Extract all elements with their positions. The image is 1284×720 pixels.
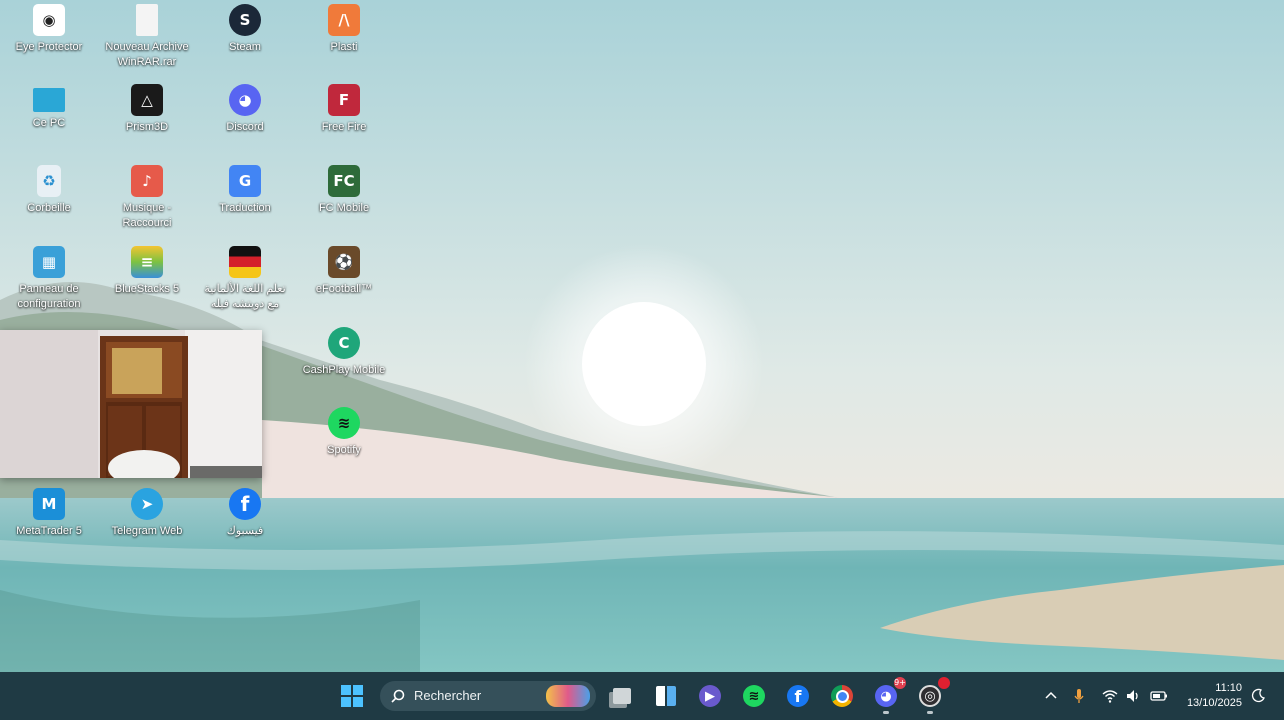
german-flag-icon	[229, 246, 261, 278]
taskbar-app-task-view[interactable]	[606, 680, 638, 712]
desktop-icon-recycle-bin[interactable]: ♻ Corbeille	[6, 165, 92, 216]
desktop-icon-eye-protector[interactable]: ◉ Eye Protector	[6, 4, 92, 55]
fc-mobile-icon: FC	[328, 165, 360, 197]
taskbar-search-box[interactable]: Rechercher	[380, 681, 596, 711]
task-view-icon	[613, 688, 631, 704]
zoom-icon: ▶	[699, 685, 721, 707]
desktop-icon-telegram-web[interactable]: ➤ Telegram Web	[104, 488, 190, 539]
desktop: ◉ Eye Protector Nouveau Archive WinRAR.r…	[0, 0, 1284, 672]
cashplay-icon: C	[328, 327, 360, 359]
chevron-up-icon	[1045, 691, 1057, 699]
desktop-icon-musique-raccourci[interactable]: ♪ Musique - Raccourci	[104, 165, 190, 231]
efootball-icon: ⚽	[328, 246, 360, 278]
desktop-icon-bluestacks[interactable]: ≡ BlueStacks 5	[104, 246, 190, 297]
discord-notification-badge: 9+	[894, 677, 906, 689]
desktop-icon-facebook[interactable]: f فيسبوك	[202, 488, 288, 539]
prism3d-icon: △	[131, 84, 163, 116]
desktop-icon-spotify[interactable]: ≋ Spotify	[301, 407, 387, 458]
taskbar-app-spotify[interactable]: ≋	[738, 680, 770, 712]
plasti-icon: /\	[328, 4, 360, 36]
microphone-icon	[1074, 689, 1084, 703]
network-button[interactable]	[1102, 688, 1118, 704]
google-translate-icon: G	[229, 165, 261, 197]
monitor-icon	[33, 88, 65, 112]
chrome-center	[835, 689, 849, 703]
battery-button[interactable]	[1150, 688, 1167, 704]
desktop-icon-dw-german[interactable]: تعلم اللغة الألمانية مع دويتشه فيله	[202, 246, 288, 312]
webcam-preview-window[interactable]	[0, 330, 262, 478]
spotify-icon: ≋	[328, 407, 360, 439]
taskbar-app-chrome[interactable]	[826, 680, 858, 712]
volume-button[interactable]	[1125, 688, 1141, 704]
discord-icon: ◕	[229, 84, 261, 116]
microphone-button[interactable]	[1071, 688, 1087, 704]
clock-time: 11:10	[1215, 682, 1242, 694]
spotify-icon: ≋	[743, 685, 765, 707]
search-placeholder: Rechercher	[414, 688, 482, 703]
telegram-icon: ➤	[131, 488, 163, 520]
desktop-icon-fc-mobile[interactable]: FC FC Mobile	[301, 165, 387, 216]
taskbar-app-obs[interactable]: ◎	[914, 677, 950, 714]
desktop-icon-prism3d[interactable]: △ Prism3D	[104, 84, 190, 135]
desktop-icon-ce-pc[interactable]: Ce PC	[6, 84, 92, 131]
chrome-icon	[831, 685, 853, 707]
desktop-icon-control-panel[interactable]: ▦ Panneau de configuration	[6, 246, 92, 312]
taskbar-app-discord[interactable]: ◕ 9+	[870, 677, 906, 714]
desktop-icon-cashplay[interactable]: C CashPlay Mobile	[301, 327, 387, 378]
desktop-icon-winrar-archive[interactable]: Nouveau Archive WinRAR.rar	[104, 4, 190, 70]
obs-recording-badge	[938, 677, 950, 689]
desktop-icon-plasti[interactable]: /\ Plasti	[301, 4, 387, 55]
file-icon	[136, 4, 158, 36]
windows-logo-icon	[341, 685, 363, 707]
speaker-icon	[1127, 690, 1138, 702]
control-panel-icon: ▦	[33, 246, 65, 278]
system-clock[interactable]: 11:10 13/10/2025	[1187, 681, 1242, 711]
taskbar-app-facebook[interactable]: f	[782, 680, 814, 712]
webcam-frame	[0, 330, 262, 478]
eye-protector-icon: ◉	[33, 4, 65, 36]
steam-icon: S	[229, 4, 261, 36]
running-indicator	[927, 711, 933, 714]
free-fire-icon: F	[328, 84, 360, 116]
desktop-icon-metatrader[interactable]: M MetaTrader 5	[6, 488, 92, 539]
battery-icon	[1150, 691, 1167, 701]
bluestacks-icon: ≡	[131, 246, 163, 278]
desktop-icon-efootball[interactable]: ⚽ eFootball™	[301, 246, 387, 297]
notifications-button[interactable]	[1250, 688, 1266, 704]
desktop-icon-traduction[interactable]: G Traduction	[202, 165, 288, 216]
desktop-icon-discord[interactable]: ◕ Discord	[202, 84, 288, 135]
desktop-icon-steam[interactable]: S Steam	[202, 4, 288, 55]
folder-music-icon: ♪	[131, 165, 163, 197]
desktop-icon-free-fire[interactable]: F Free Fire	[301, 84, 387, 135]
taskbar-app-zoom[interactable]: ▶	[694, 680, 726, 712]
search-icon	[391, 689, 405, 703]
search-highlight-image	[546, 685, 590, 707]
discord-icon: ◕	[875, 685, 897, 707]
do-not-disturb-icon	[1251, 688, 1265, 703]
recycle-bin-icon: ♻	[37, 165, 61, 197]
metatrader-icon: M	[33, 488, 65, 520]
clock-date: 13/10/2025	[1186, 697, 1242, 709]
taskbar: Rechercher ▶ ≋ f ◕ 9+ ◎ 11:10 13/10/2025	[0, 672, 1284, 720]
taskbar-app-widgets[interactable]	[650, 680, 682, 712]
obs-icon: ◎	[919, 685, 941, 707]
widgets-icon	[656, 686, 676, 706]
show-hidden-icons-button[interactable]	[1043, 688, 1059, 704]
facebook-icon: f	[229, 488, 261, 520]
facebook-icon: f	[787, 685, 809, 707]
running-indicator	[883, 711, 889, 714]
wifi-icon	[1102, 690, 1118, 703]
start-button[interactable]	[336, 680, 368, 712]
